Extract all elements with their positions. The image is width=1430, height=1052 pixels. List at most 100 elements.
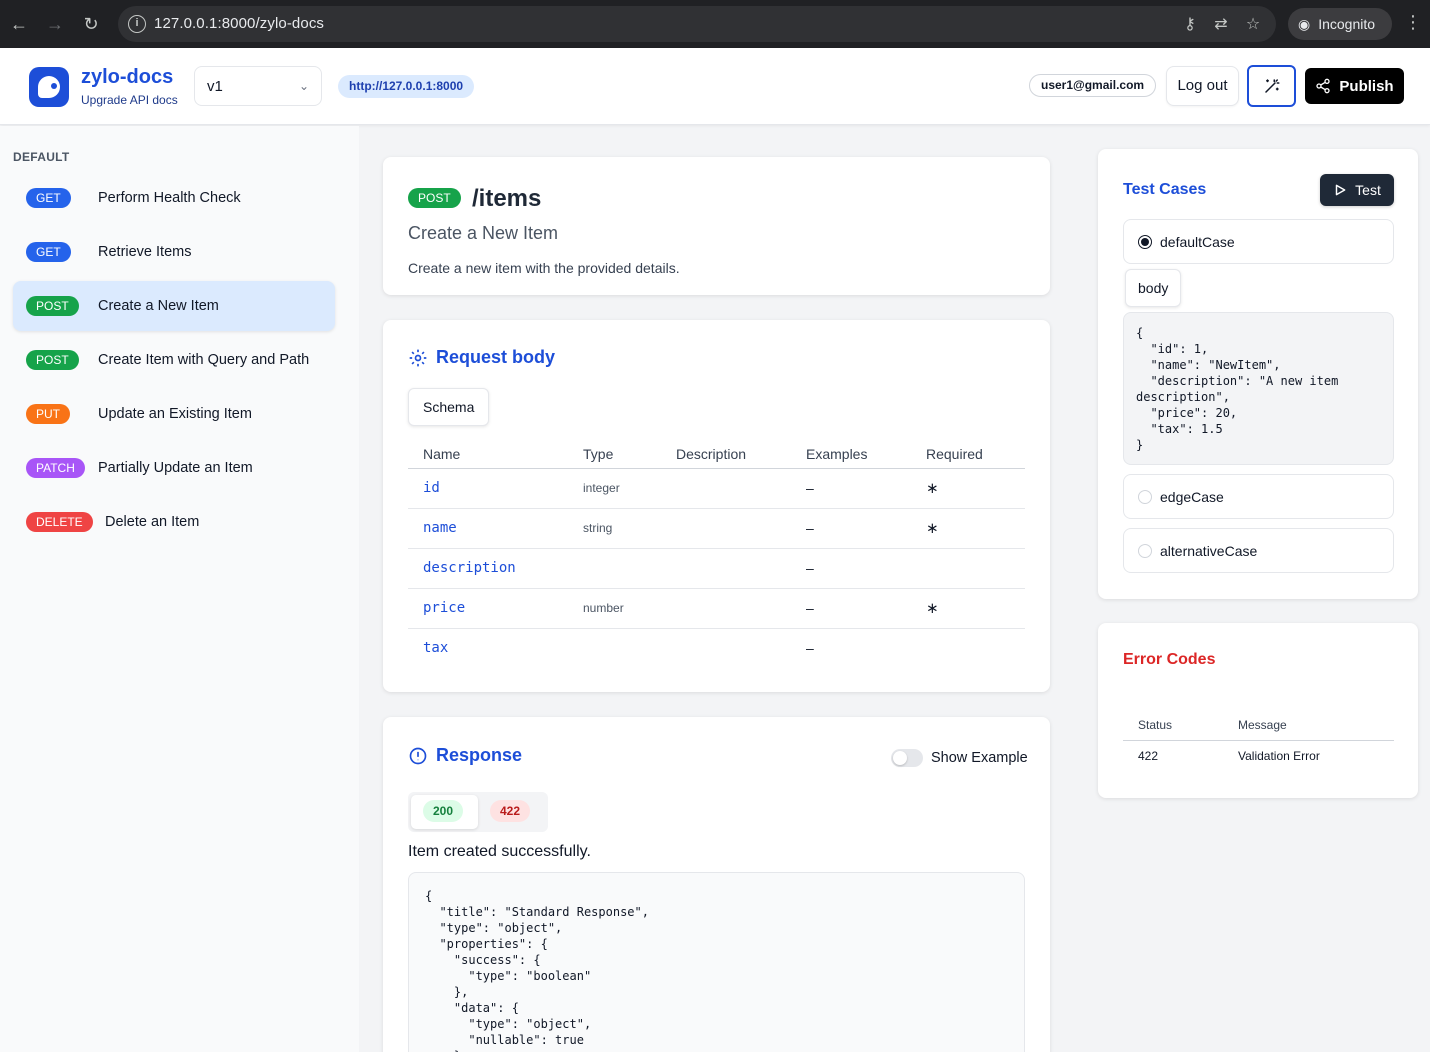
method-badge: POST — [408, 188, 461, 208]
sidebar-item-label: Update an Existing Item — [98, 406, 252, 422]
field-required: ∗ — [911, 468, 1025, 509]
test-case-body-code: { "id": 1, "name": "NewItem", "descripti… — [1123, 312, 1394, 465]
field-type — [568, 628, 661, 668]
field-description — [661, 468, 791, 509]
share-icon — [1316, 78, 1331, 94]
address-url[interactable]: 127.0.0.1:8000/zylo-docs — [154, 15, 324, 32]
test-case-label: defaultCase — [1160, 233, 1235, 250]
browser-menu-icon[interactable]: ⋮ — [1404, 12, 1422, 33]
test-cases-title: Test Cases — [1123, 181, 1207, 198]
logo-icon[interactable] — [29, 67, 69, 107]
back-arrow-icon[interactable]: ← — [7, 12, 31, 36]
endpoint-summary: Create a New Item — [408, 223, 559, 243]
test-case-body-text: { "id": 1, "name": "NewItem", "descripti… — [1136, 326, 1339, 452]
method-badge: GET — [26, 242, 71, 262]
column-header: Message — [1223, 711, 1394, 741]
translate-icon[interactable]: ⇄ — [1211, 14, 1231, 34]
body-tab[interactable]: body — [1125, 269, 1182, 307]
sidebar-item-partially-update-item[interactable]: PATCH Partially Update an Item — [13, 443, 335, 493]
field-examples: – — [806, 640, 814, 657]
version-select[interactable]: v1 ⌄ — [194, 66, 322, 106]
method-badge: POST — [26, 350, 79, 370]
response-title: Response — [436, 745, 523, 765]
test-case-edge[interactable]: edgeCase — [1123, 474, 1394, 519]
sidebar-item-label: Create a New Item — [98, 298, 219, 314]
column-header: Required — [911, 440, 1025, 469]
test-case-label: edgeCase — [1160, 488, 1224, 505]
test-button[interactable]: Test — [1320, 174, 1394, 206]
sidebar-item-delete-item[interactable]: DELETE Delete an Item — [13, 497, 335, 547]
incognito-badge[interactable]: ◉ Incognito — [1288, 8, 1392, 40]
column-header: Description — [661, 440, 791, 469]
sidebar-item-label: Perform Health Check — [98, 190, 241, 206]
play-icon — [1335, 184, 1346, 196]
test-case-alternative[interactable]: alternativeCase — [1123, 528, 1394, 573]
request-body-heading: Request body — [408, 347, 555, 368]
incognito-label: Incognito — [1318, 16, 1376, 32]
sidebar-item-update-item[interactable]: PUT Update an Existing Item — [13, 389, 335, 439]
table-row: tax – — [408, 628, 1025, 668]
brand-name[interactable]: zylo-docs — [81, 66, 173, 89]
sidebar-item-label: Partially Update an Item — [98, 460, 253, 476]
password-key-icon[interactable]: ⚷ — [1180, 14, 1200, 34]
status-tab-422[interactable]: 422 — [490, 800, 531, 822]
address-bar[interactable]: i 127.0.0.1:8000/zylo-docs ⚷ ⇄ ☆ — [118, 6, 1276, 42]
sidebar-item-create-item-query-path[interactable]: POST Create Item with Query and Path — [13, 335, 335, 385]
field-description — [661, 628, 791, 668]
column-header: Name — [408, 440, 568, 469]
method-badge: GET — [26, 188, 71, 208]
sidebar-item-perform-health-check[interactable]: GET Perform Health Check — [13, 173, 335, 223]
forward-arrow-icon[interactable]: → — [43, 12, 67, 36]
response-description: Item created successfully. — [408, 843, 591, 860]
sidebar-item-create-new-item[interactable]: POST Create a New Item — [13, 281, 335, 331]
field-examples: – — [791, 588, 911, 629]
field-type: number — [568, 588, 661, 629]
endpoint-card: POST /items Create a New Item Create a n… — [383, 157, 1050, 295]
schema-table: Name Type Description Examples Required … — [408, 440, 1025, 668]
bookmark-star-icon[interactable]: ☆ — [1243, 14, 1263, 34]
field-name: price — [408, 588, 568, 629]
gear-icon — [409, 349, 427, 366]
field-name: name — [408, 508, 568, 549]
radio-unselected[interactable] — [1138, 543, 1152, 558]
table-row: price number – ∗ — [408, 588, 1025, 629]
schema-tab[interactable]: Schema — [408, 388, 490, 426]
column-header: Status — [1123, 711, 1223, 741]
test-case-default[interactable]: defaultCase — [1123, 219, 1394, 264]
sidebar-item-label: Create Item with Query and Path — [98, 352, 310, 368]
show-example-toggle[interactable]: Show Example — [891, 749, 1028, 767]
version-value: v1 — [207, 77, 223, 95]
test-button-label: Test — [1355, 182, 1381, 198]
field-type: integer — [568, 468, 661, 509]
field-description — [661, 548, 791, 589]
field-examples: – — [791, 548, 911, 589]
site-info-icon[interactable]: i — [128, 15, 146, 33]
radio-selected[interactable] — [1138, 234, 1152, 249]
sidebar-item-label: Delete an Item — [105, 514, 200, 530]
field-name: id — [408, 468, 568, 509]
test-cases-card: Test Cases Test defaultCase body { "id":… — [1098, 149, 1418, 599]
table-row: 422 Validation Error — [1123, 740, 1394, 772]
field-description — [661, 588, 791, 629]
show-example-label: Show Example — [931, 750, 1028, 766]
field-examples: – — [791, 468, 911, 509]
toggle-switch[interactable] — [891, 749, 923, 767]
server-url-badge: http://127.0.0.1:8000 — [338, 75, 475, 98]
field-required — [911, 548, 1025, 589]
publish-button[interactable]: Publish — [1305, 68, 1404, 104]
incognito-icon: ◉ — [1298, 15, 1311, 32]
method-badge: DELETE — [26, 512, 93, 532]
request-body-title: Request body — [436, 347, 556, 367]
sidebar-section-label: DEFAULT — [13, 150, 70, 164]
status-tab-200[interactable]: 200 — [423, 800, 464, 822]
sidebar-item-retrieve-items[interactable]: GET Retrieve Items — [13, 227, 335, 277]
radio-unselected[interactable] — [1138, 489, 1152, 504]
app-header: zylo-docs Upgrade API docs v1 ⌄ http://1… — [0, 48, 1430, 125]
logout-button[interactable]: Log out — [1166, 66, 1239, 106]
magic-wand-button[interactable] — [1247, 65, 1296, 107]
column-header: Examples — [791, 440, 911, 469]
response-heading: Response — [408, 745, 522, 766]
error-codes-title: Error Codes — [1123, 651, 1216, 668]
chevron-down-icon: ⌄ — [298, 79, 309, 93]
reload-icon[interactable]: ↻ — [79, 12, 103, 36]
